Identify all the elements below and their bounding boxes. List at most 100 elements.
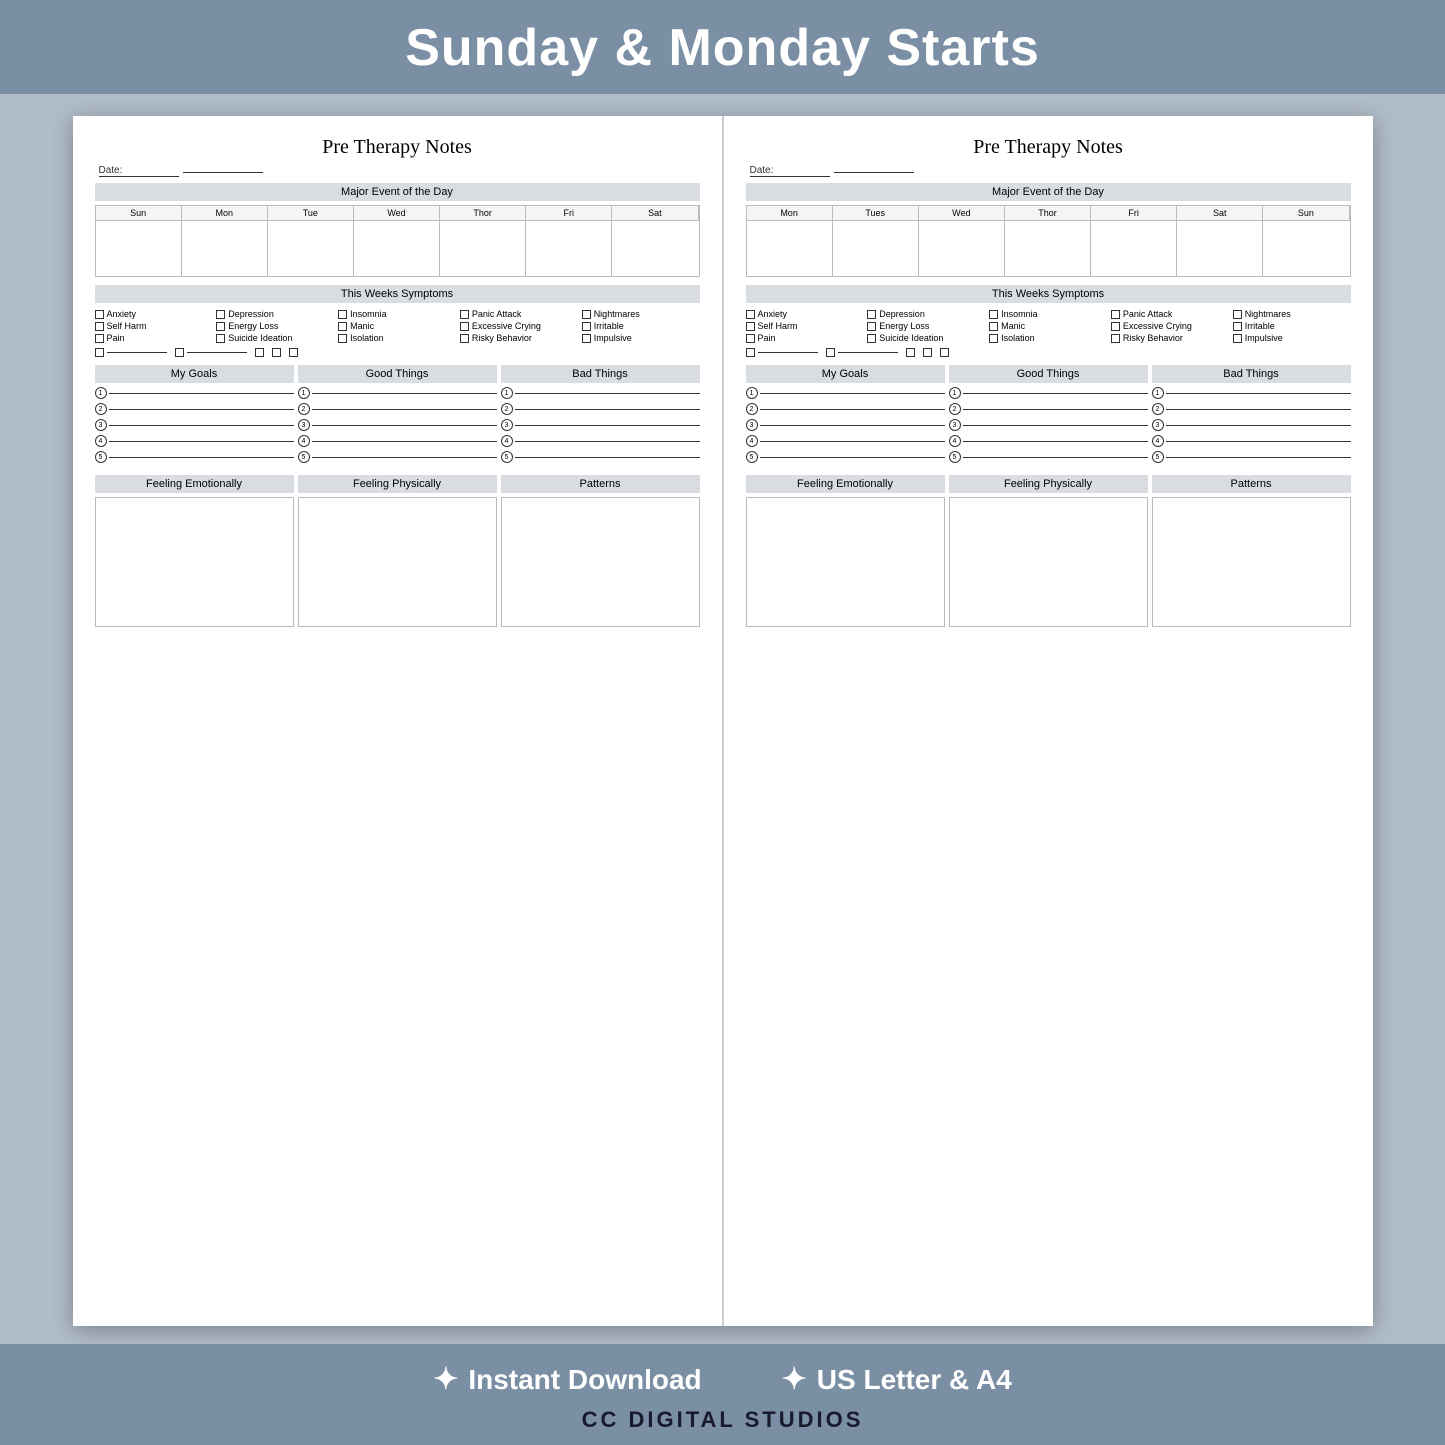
pages-container: Pre Therapy Notes Date: Major Event of t… <box>73 116 1373 1326</box>
custom-checkbox-2[interactable] <box>175 348 184 357</box>
r-symptom-anxiety: Anxiety <box>746 309 864 319</box>
list-item: 5 <box>1152 451 1351 463</box>
r-checkbox-excessive-crying[interactable] <box>1111 322 1120 331</box>
r-custom-checkbox-2[interactable] <box>826 348 835 357</box>
custom-checkbox-5[interactable] <box>289 348 298 357</box>
left-feeling-emotionally-box[interactable] <box>95 497 294 627</box>
r-cal-cell-4[interactable] <box>1005 221 1091 276</box>
r-checkbox-panic-attack[interactable] <box>1111 310 1120 319</box>
list-item: 4 <box>501 435 700 447</box>
left-three-col: My Goals 1 2 3 4 5 Good Things 1 2 3 <box>95 365 700 467</box>
cal-day-sun: Sun <box>96 206 182 221</box>
cal-cell-3[interactable] <box>268 221 354 276</box>
cal-cell-2[interactable] <box>182 221 268 276</box>
r-cal-cell-1[interactable] <box>747 221 833 276</box>
symptom-irritable: Irritable <box>582 321 700 331</box>
r-cal-cell-7[interactable] <box>1263 221 1349 276</box>
right-good-col: Good Things 1 2 3 4 5 <box>949 365 1148 467</box>
left-patterns-box[interactable] <box>501 497 700 627</box>
custom-checkbox-1[interactable] <box>95 348 104 357</box>
left-feeling-physically-box[interactable] <box>298 497 497 627</box>
r-cal-cell-3[interactable] <box>919 221 1005 276</box>
list-item: 2 <box>501 403 700 415</box>
list-item: 3 <box>746 419 945 431</box>
left-goals-list: 1 2 3 4 5 <box>95 387 294 463</box>
r-checkbox-depression[interactable] <box>867 310 876 319</box>
footer-item-2-label: US Letter & A4 <box>817 1364 1012 1396</box>
list-item: 2 <box>95 403 294 415</box>
checkbox-panic-attack[interactable] <box>460 310 469 319</box>
checkbox-insomnia[interactable] <box>338 310 347 319</box>
r-checkbox-isolation[interactable] <box>989 334 998 343</box>
r-custom-checkbox-5[interactable] <box>940 348 949 357</box>
r-symptom-nightmares: Nightmares <box>1233 309 1351 319</box>
checkbox-anxiety[interactable] <box>95 310 104 319</box>
checkbox-manic[interactable] <box>338 322 347 331</box>
left-patterns-header: Patterns <box>501 475 700 493</box>
list-item: 2 <box>1152 403 1351 415</box>
right-bad-list: 1 2 3 4 5 <box>1152 387 1351 463</box>
right-patterns-header: Patterns <box>1152 475 1351 493</box>
symptom-pain: Pain <box>95 333 213 343</box>
r-custom-item-1 <box>746 348 818 357</box>
checkbox-risky-behavior[interactable] <box>460 334 469 343</box>
r-checkbox-suicide-ideation[interactable] <box>867 334 876 343</box>
r-custom-checkbox-3[interactable] <box>906 348 915 357</box>
list-item: 1 <box>95 387 294 399</box>
r-checkbox-pain[interactable] <box>746 334 755 343</box>
r-checkbox-nightmares[interactable] <box>1233 310 1242 319</box>
r-checkbox-irritable[interactable] <box>1233 322 1242 331</box>
r-checkbox-energy-loss[interactable] <box>867 322 876 331</box>
cal-cell-5[interactable] <box>440 221 526 276</box>
list-item: 2 <box>746 403 945 415</box>
checkbox-irritable[interactable] <box>582 322 591 331</box>
right-bad-header: Bad Things <box>1152 365 1351 383</box>
r-custom-checkbox-4[interactable] <box>923 348 932 357</box>
checkbox-suicide-ideation[interactable] <box>216 334 225 343</box>
cal-cell-7[interactable] <box>612 221 698 276</box>
list-item: 4 <box>1152 435 1351 447</box>
right-patterns-box[interactable] <box>1152 497 1351 627</box>
star-icon-1: ✦ <box>433 1362 458 1397</box>
checkbox-self-harm[interactable] <box>95 322 104 331</box>
r-checkbox-self-harm[interactable] <box>746 322 755 331</box>
r-cal-cell-5[interactable] <box>1091 221 1177 276</box>
list-item: 1 <box>746 387 945 399</box>
r-checkbox-anxiety[interactable] <box>746 310 755 319</box>
right-custom-symptoms-row <box>746 348 1351 357</box>
custom-checkbox-3[interactable] <box>255 348 264 357</box>
cal-cell-1[interactable] <box>96 221 182 276</box>
r-checkbox-impulsive[interactable] <box>1233 334 1242 343</box>
checkbox-excessive-crying[interactable] <box>460 322 469 331</box>
list-item: 3 <box>95 419 294 431</box>
checkbox-pain[interactable] <box>95 334 104 343</box>
left-date-line: Date: <box>95 165 700 177</box>
r-cal-day-fri: Fri <box>1091 206 1177 221</box>
r-checkbox-risky-behavior[interactable] <box>1111 334 1120 343</box>
cal-cell-6[interactable] <box>526 221 612 276</box>
r-custom-checkbox-1[interactable] <box>746 348 755 357</box>
r-cal-cell-2[interactable] <box>833 221 919 276</box>
right-three-col: My Goals 1 2 3 4 5 Good Things 1 2 3 <box>746 365 1351 467</box>
checkbox-nightmares[interactable] <box>582 310 591 319</box>
list-item: 2 <box>949 403 1148 415</box>
right-feeling-emotionally-col: Feeling Emotionally <box>746 475 945 627</box>
r-custom-item-3 <box>906 348 915 357</box>
right-page: Pre Therapy Notes Date: Major Event of t… <box>724 116 1373 1326</box>
right-feeling-emotionally-box[interactable] <box>746 497 945 627</box>
right-good-header: Good Things <box>949 365 1148 383</box>
cal-cell-4[interactable] <box>354 221 440 276</box>
checkbox-impulsive[interactable] <box>582 334 591 343</box>
checkbox-energy-loss[interactable] <box>216 322 225 331</box>
right-goals-header: My Goals <box>746 365 945 383</box>
symptom-isolation: Isolation <box>338 333 456 343</box>
r-checkbox-insomnia[interactable] <box>989 310 998 319</box>
r-cal-cell-6[interactable] <box>1177 221 1263 276</box>
custom-checkbox-4[interactable] <box>272 348 281 357</box>
r-checkbox-manic[interactable] <box>989 322 998 331</box>
right-feeling-physically-box[interactable] <box>949 497 1148 627</box>
checkbox-isolation[interactable] <box>338 334 347 343</box>
cal-day-tue: Tue <box>268 206 354 221</box>
list-item: 1 <box>298 387 497 399</box>
checkbox-depression[interactable] <box>216 310 225 319</box>
